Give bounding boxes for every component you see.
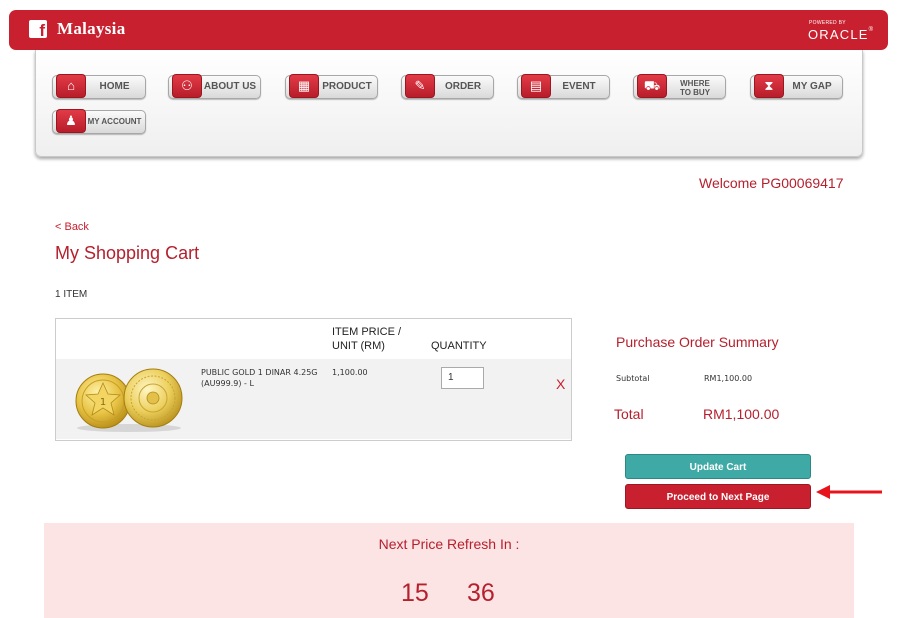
facebook-icon[interactable]: f bbox=[29, 20, 47, 40]
powered-by-label: POWERED BY bbox=[809, 20, 846, 26]
nav-my-account-label: MY ACCOUNT bbox=[87, 117, 142, 126]
nav-home-button[interactable]: ⌂ HOME bbox=[52, 74, 146, 99]
nav-my-gap-button[interactable]: ⧗ MY GAP bbox=[750, 74, 843, 99]
nav-where-to-buy-button[interactable]: ⛟ WHERE TO BUY bbox=[633, 74, 726, 99]
quantity-input[interactable]: 1 bbox=[441, 367, 484, 389]
product-image: 1 bbox=[75, 368, 183, 432]
oracle-logo: ORACLE® bbox=[808, 27, 875, 42]
main-navigation: ⌂ HOME ⚇ ABOUT US ▦ PRODUCT ✎ ORDER ▤ EV… bbox=[35, 50, 863, 157]
summary-title: Purchase Order Summary bbox=[616, 334, 779, 350]
arrow-left-icon bbox=[816, 485, 882, 499]
subtotal-value: RM1,100.00 bbox=[704, 374, 753, 383]
quantity-column-header: QUANTITY bbox=[431, 340, 487, 352]
gift-icon: ▦ bbox=[289, 74, 319, 98]
home-icon: ⌂ bbox=[56, 74, 86, 98]
nav-where-to-buy-label: WHERE TO BUY bbox=[679, 79, 711, 97]
proceed-next-page-button[interactable]: Proceed to Next Page bbox=[625, 484, 811, 509]
svg-text:1: 1 bbox=[100, 397, 106, 408]
countdown-minutes: 15 bbox=[401, 579, 429, 607]
hourglass-icon: ⧗ bbox=[754, 74, 784, 98]
page-title: My Shopping Cart bbox=[55, 243, 200, 263]
calendar-icon: ▤ bbox=[521, 74, 551, 98]
nav-home-label: HOME bbox=[99, 81, 130, 92]
product-name: PUBLIC GOLD 1 DINAR 4.25G (AU999.9) - L bbox=[201, 368, 318, 388]
subtotal-label: Subtotal bbox=[616, 374, 650, 383]
update-cart-button[interactable]: Update Cart bbox=[625, 454, 811, 479]
total-value: RM1,100.00 bbox=[703, 406, 780, 422]
nav-about-us-button[interactable]: ⚇ ABOUT US bbox=[168, 74, 261, 99]
remove-item-button[interactable]: X bbox=[556, 376, 565, 392]
price-column-header: ITEM PRICE / UNIT (RM) bbox=[332, 326, 402, 352]
item-price: 1,100.00 bbox=[332, 368, 368, 377]
nav-order-button[interactable]: ✎ ORDER bbox=[401, 74, 494, 99]
nav-my-gap-label: MY GAP bbox=[792, 81, 832, 92]
cart-icon: ⛟ bbox=[637, 74, 667, 98]
group-icon: ⚇ bbox=[172, 74, 202, 98]
nav-about-us-label: ABOUT US bbox=[203, 81, 257, 92]
total-label: Total bbox=[614, 406, 644, 422]
order-form-icon: ✎ bbox=[405, 74, 435, 98]
nav-product-label: PRODUCT bbox=[322, 81, 372, 92]
countdown-seconds: 36 bbox=[467, 579, 495, 607]
nav-product-button[interactable]: ▦ PRODUCT bbox=[285, 74, 378, 99]
nav-event-label: EVENT bbox=[562, 81, 596, 92]
item-count: 1 ITEM bbox=[55, 289, 88, 300]
welcome-message: Welcome PG00069417 bbox=[699, 175, 844, 191]
price-refresh-panel: Next Price Refresh In : 15 36 bbox=[44, 523, 854, 618]
back-link[interactable]: < Back bbox=[55, 221, 89, 233]
nav-order-label: ORDER bbox=[444, 81, 482, 92]
top-bar: f Malaysia POWERED BY ORACLE® bbox=[9, 10, 888, 50]
nav-event-button[interactable]: ▤ EVENT bbox=[517, 74, 610, 99]
nav-my-account-button[interactable]: ♟ MY ACCOUNT bbox=[52, 109, 146, 134]
user-icon: ♟ bbox=[56, 109, 86, 133]
site-name: Malaysia bbox=[57, 19, 126, 38]
refresh-label: Next Price Refresh In : bbox=[378, 536, 520, 552]
